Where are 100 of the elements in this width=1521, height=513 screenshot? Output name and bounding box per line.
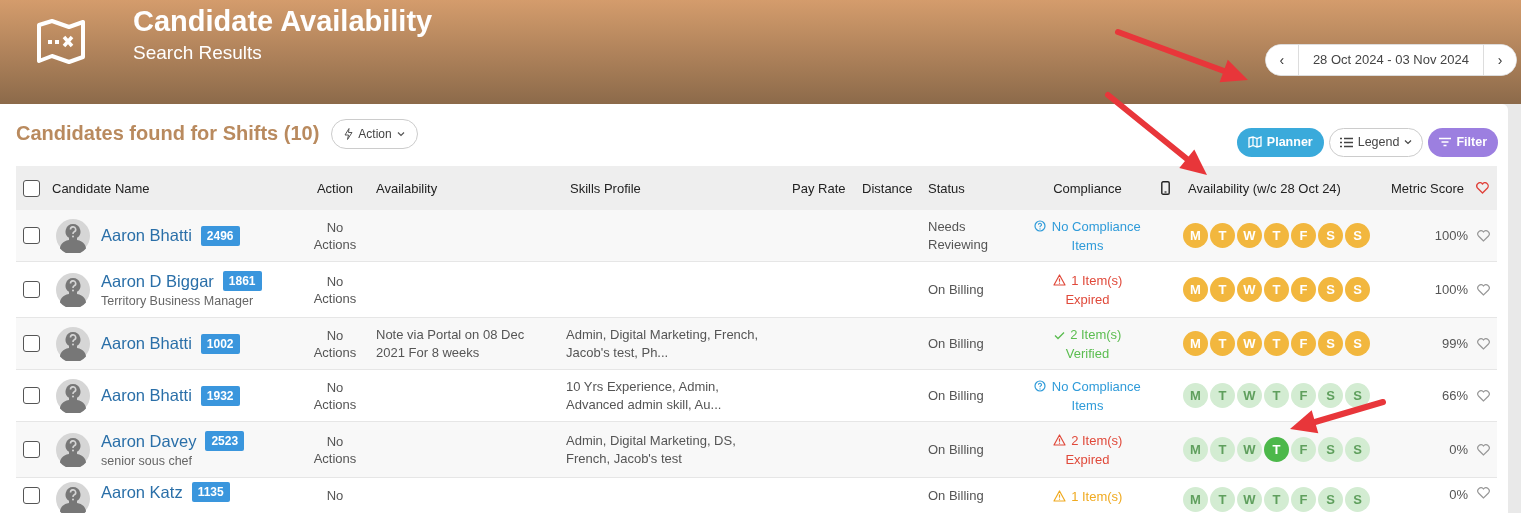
caret-icon: [1404, 139, 1413, 145]
day-availability-badge[interactable]: S: [1345, 223, 1370, 248]
day-availability-badge[interactable]: S: [1345, 487, 1370, 512]
row-checkbox[interactable]: [22, 281, 40, 298]
status-text: Needs Reviewing: [928, 217, 989, 254]
day-availability-badge[interactable]: S: [1345, 331, 1370, 356]
favorite-heart-icon[interactable]: [1477, 487, 1490, 499]
action-text: No Actions: [313, 378, 357, 413]
filter-icon: [1439, 137, 1452, 147]
compliance-status: 1 Item(s) Expired: [1031, 270, 1144, 309]
day-availability-badge[interactable]: T: [1264, 487, 1289, 512]
favorite-heart-icon[interactable]: [1477, 283, 1490, 296]
day-availability-badge[interactable]: F: [1291, 487, 1316, 512]
avatar-icon: [56, 326, 90, 361]
metric-score: 66%: [1441, 388, 1468, 403]
row-checkbox[interactable]: [22, 487, 40, 504]
question-icon: [1034, 379, 1047, 392]
action-button[interactable]: Action: [331, 118, 418, 149]
day-availability-badge[interactable]: F: [1291, 383, 1316, 408]
day-availability-badge[interactable]: S: [1318, 331, 1343, 356]
favorite-heart-icon[interactable]: [1477, 337, 1490, 350]
candidate-id-badge: 2523: [205, 431, 245, 451]
day-availability-badge[interactable]: S: [1318, 383, 1343, 408]
lightning-icon: [344, 127, 354, 140]
metric-score: 100%: [1434, 228, 1468, 243]
job-title: senior sous chef: [101, 454, 194, 468]
day-availability-badge[interactable]: T: [1210, 487, 1235, 512]
day-availability-badge[interactable]: M: [1183, 223, 1208, 248]
day-availability-badge[interactable]: S: [1318, 437, 1343, 462]
day-availability-badge[interactable]: T: [1264, 437, 1289, 462]
avatar-icon: [56, 432, 90, 467]
metric-score: 99%: [1441, 336, 1468, 351]
status-text: On Billing: [928, 280, 984, 299]
day-availability-badge[interactable]: S: [1345, 383, 1370, 408]
legend-button[interactable]: Legend: [1328, 127, 1424, 157]
column-header: Metric Score: [1391, 180, 1464, 196]
mobile-phone-icon: [1161, 181, 1170, 195]
candidate-name-link[interactable]: Aaron Bhatti: [101, 226, 192, 245]
favorite-heart-icon[interactable]: [1477, 389, 1490, 402]
day-availability-badge[interactable]: T: [1210, 383, 1235, 408]
day-availability-badge[interactable]: W: [1237, 437, 1262, 462]
day-availability-badge[interactable]: T: [1264, 331, 1289, 356]
day-availability-badge[interactable]: W: [1237, 331, 1262, 356]
candidate-name-link[interactable]: Aaron Bhatti: [101, 334, 192, 353]
column-header: Availability: [376, 180, 438, 196]
day-availability-badge[interactable]: T: [1210, 331, 1235, 356]
favorite-heart-icon[interactable]: [1477, 229, 1490, 242]
planner-button[interactable]: Planner: [1236, 127, 1324, 157]
day-availability-badge[interactable]: M: [1183, 437, 1208, 462]
candidate-id-badge: 1002: [200, 333, 240, 354]
metric-score: 100%: [1434, 282, 1468, 297]
day-availability-badge[interactable]: T: [1210, 223, 1235, 248]
column-header: Candidate Name: [52, 180, 150, 196]
candidate-name-link[interactable]: Aaron Bhatti: [101, 386, 192, 405]
day-availability-badge[interactable]: W: [1237, 487, 1262, 512]
select-all-checkbox[interactable]: [22, 179, 40, 197]
day-availability-badge[interactable]: T: [1264, 383, 1289, 408]
row-checkbox[interactable]: [22, 335, 40, 352]
day-availability-badge[interactable]: S: [1318, 223, 1343, 248]
day-availability-badge[interactable]: W: [1237, 223, 1262, 248]
candidate-name-link[interactable]: Aaron Katz: [101, 482, 183, 502]
row-checkbox[interactable]: [22, 441, 40, 458]
day-availability-badge[interactable]: T: [1264, 223, 1289, 248]
day-availability-badge[interactable]: S: [1345, 277, 1370, 302]
map-icon: [36, 19, 86, 65]
day-availability-badge[interactable]: T: [1210, 277, 1235, 302]
row-checkbox[interactable]: [22, 227, 40, 244]
day-availability-badge[interactable]: S: [1318, 277, 1343, 302]
day-availability-badge[interactable]: F: [1291, 437, 1316, 462]
candidate-name-link[interactable]: Aaron Davey: [101, 431, 197, 451]
day-availability-badge[interactable]: M: [1183, 383, 1208, 408]
status-text: On Billing: [928, 386, 984, 405]
day-availability-badge[interactable]: M: [1183, 331, 1208, 356]
day-availability-badge[interactable]: M: [1183, 277, 1208, 302]
skills-text: 10 Yrs Experience, Admin, Advanced admin skill, Au...: [566, 377, 723, 414]
day-availability-badge[interactable]: W: [1237, 277, 1262, 302]
day-availability-badge[interactable]: T: [1264, 277, 1289, 302]
avatar-icon: [56, 378, 90, 413]
filter-button[interactable]: Filter: [1428, 127, 1498, 157]
metric-score: 0%: [1449, 487, 1468, 502]
candidate-id-badge: 1135: [191, 482, 230, 502]
candidate-name-link[interactable]: Aaron D Biggar: [101, 271, 214, 291]
day-availability-badge[interactable]: M: [1183, 487, 1208, 512]
compliance-status: 1 Item(s): [1031, 487, 1144, 506]
day-availability-badge[interactable]: S: [1345, 437, 1370, 462]
action-text: No Actions: [313, 218, 357, 253]
action-text: No: [326, 487, 344, 504]
day-availability-badge[interactable]: F: [1291, 331, 1316, 356]
row-checkbox[interactable]: [22, 387, 40, 404]
warning-icon: [1052, 273, 1066, 286]
column-header: Skills Profile: [570, 180, 641, 196]
candidate-id-badge: 1861: [222, 271, 262, 291]
day-availability-badge[interactable]: W: [1237, 383, 1262, 408]
day-availability-badge[interactable]: T: [1210, 437, 1235, 462]
favorite-heart-icon[interactable]: [1477, 443, 1490, 456]
check-icon: [1053, 330, 1065, 340]
day-availability-badge[interactable]: F: [1291, 277, 1316, 302]
day-availability-badge[interactable]: F: [1291, 223, 1316, 248]
day-availability-badge[interactable]: S: [1318, 487, 1343, 512]
availability-note: Note via Portal on 08 Dec 2021 For 8 weeks: [376, 325, 526, 362]
